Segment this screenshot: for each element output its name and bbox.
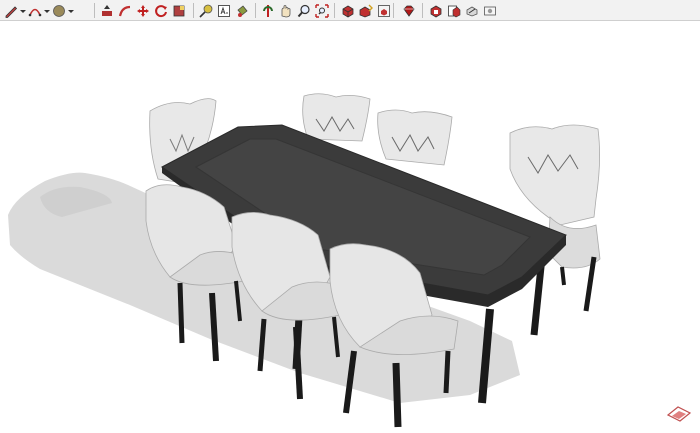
rotate-icon[interactable] xyxy=(153,3,169,19)
model-viewport[interactable] xyxy=(0,21,700,433)
pan-icon[interactable] xyxy=(278,3,294,19)
chair-back-middle-left[interactable] xyxy=(302,93,371,142)
pushpull-icon[interactable] xyxy=(99,3,115,19)
extension-warehouse-icon[interactable] xyxy=(428,3,444,19)
watermark-logo-icon xyxy=(666,403,692,425)
paint-bucket-icon[interactable] xyxy=(234,3,250,19)
style-builder-icon[interactable] xyxy=(464,3,480,19)
ruby-icon[interactable] xyxy=(401,3,417,19)
get-models-icon[interactable] xyxy=(340,3,356,19)
toolbar-separator xyxy=(94,3,95,18)
toolbar-separator xyxy=(193,3,194,18)
ruby-tools-group xyxy=(400,2,418,19)
photo-icon[interactable] xyxy=(482,3,498,19)
zoom-icon[interactable] xyxy=(296,3,312,19)
toolbar-separator xyxy=(255,3,256,18)
text-icon[interactable] xyxy=(216,3,232,19)
toolbar-separator xyxy=(393,3,394,18)
main-toolbar xyxy=(0,0,700,21)
toolbar-separator xyxy=(334,3,335,18)
zoom-extents-icon[interactable] xyxy=(314,3,330,19)
arc-icon[interactable] xyxy=(27,3,43,19)
share-component-icon[interactable] xyxy=(376,3,392,19)
construction-tools-group xyxy=(197,2,251,19)
sketchup-window xyxy=(0,0,700,433)
scale-icon[interactable] xyxy=(171,3,187,19)
share-model-icon[interactable] xyxy=(358,3,374,19)
warehouse-tools-group xyxy=(339,2,393,19)
pencil-line-icon[interactable] xyxy=(3,3,19,19)
line-tools-dropdown[interactable] xyxy=(20,3,26,19)
tape-measure-icon[interactable] xyxy=(198,3,214,19)
modify-tools-group xyxy=(98,2,188,19)
extension-tools-group xyxy=(427,2,499,19)
toolbar-separator xyxy=(422,3,423,18)
arc-tools-dropdown[interactable] xyxy=(44,3,50,19)
orbit-icon[interactable] xyxy=(260,3,276,19)
shape-tools-dropdown[interactable] xyxy=(68,3,74,19)
chair-back-middle-right[interactable] xyxy=(377,109,453,166)
camera-tools-group xyxy=(259,2,331,19)
move-icon[interactable] xyxy=(135,3,151,19)
draw-tools-group xyxy=(2,2,74,19)
circle-icon[interactable] xyxy=(51,3,67,19)
layout-icon[interactable] xyxy=(446,3,462,19)
follow-me-icon[interactable] xyxy=(117,3,133,19)
